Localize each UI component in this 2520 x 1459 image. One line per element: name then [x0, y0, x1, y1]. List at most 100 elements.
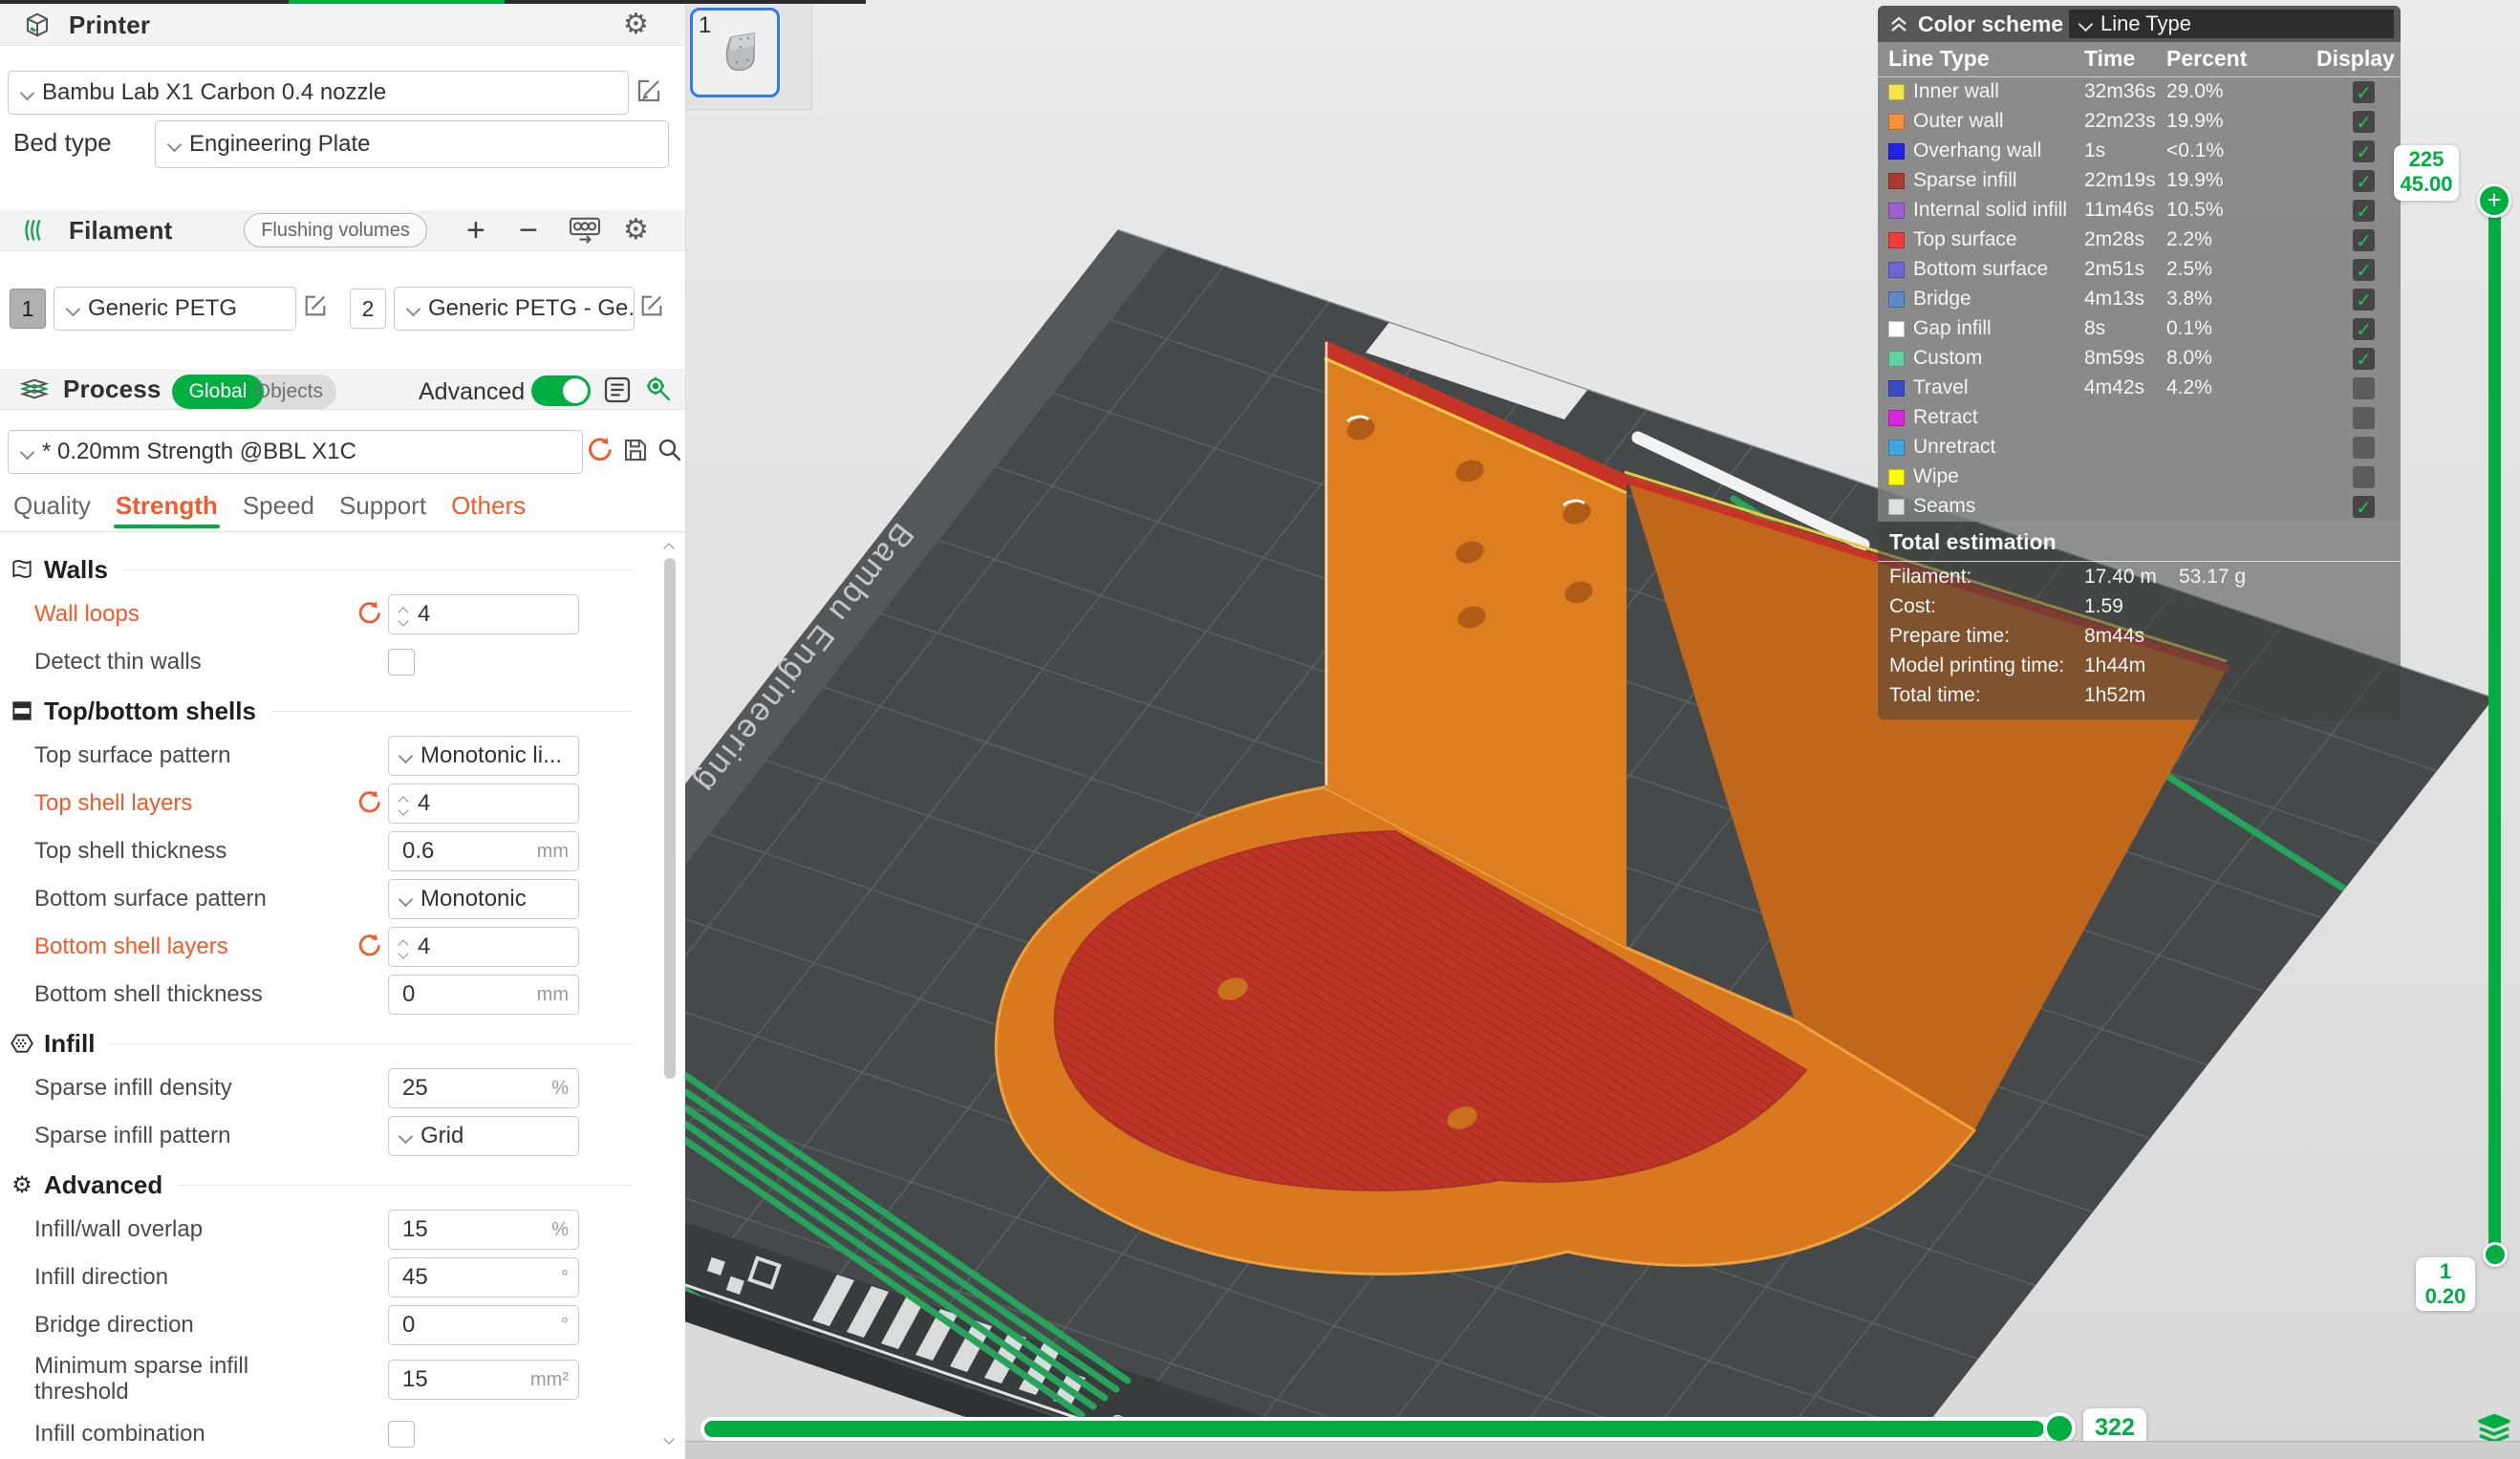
- line-type-percent: 8.0%: [2166, 347, 2212, 370]
- setting-row-bottom-surface-pattern: Bottom surface patternMonotonic: [0, 875, 659, 923]
- save-preset-icon[interactable]: [621, 436, 650, 464]
- line-type-percent: 19.9%: [2166, 169, 2224, 192]
- display-checkbox[interactable]: ✓: [2353, 140, 2375, 162]
- parameter-list-icon[interactable]: [602, 375, 633, 405]
- line-type-time: 8s: [2084, 317, 2105, 340]
- input-bridge-direction[interactable]: 0°: [388, 1305, 579, 1345]
- ams-sync-icon[interactable]: [568, 216, 602, 245]
- group-header-walls[interactable]: Walls: [0, 548, 659, 590]
- advanced-toggle[interactable]: [531, 375, 591, 406]
- unit-label: mm²: [530, 1369, 569, 1391]
- group-header-top-bottom-shells[interactable]: Top/bottom shells: [0, 690, 659, 732]
- spinner-wall-loops[interactable]: 4: [388, 594, 579, 634]
- color-scheme-select[interactable]: Line Type: [2069, 10, 2394, 38]
- spinner-arrows[interactable]: [389, 937, 418, 957]
- total-row-cost: Cost:1.59: [1878, 591, 2401, 621]
- input-infill-wall-overlap[interactable]: 15%: [388, 1210, 579, 1250]
- layer-range-slider[interactable]: [2488, 203, 2501, 1249]
- display-checkbox[interactable]: ✓: [2353, 170, 2375, 192]
- scope-global-button[interactable]: Global: [172, 375, 264, 409]
- input-bottom-shell-thickness[interactable]: 0mm: [388, 975, 579, 1015]
- process-preset-select[interactable]: * 0.20mm Strength @BBL X1C: [8, 430, 583, 474]
- filament-slot-2-index[interactable]: 2: [350, 289, 386, 329]
- printer-preset-select[interactable]: Bambu Lab X1 Carbon 0.4 nozzle: [8, 71, 629, 115]
- revert-icon[interactable]: [355, 933, 384, 961]
- display-checkbox[interactable]: ✓: [2353, 318, 2375, 340]
- setting-control-zone: 15mm²: [355, 1349, 579, 1410]
- spinner-top-shell-layers[interactable]: 4: [388, 783, 579, 824]
- checkbox-infill-combination[interactable]: [388, 1421, 415, 1448]
- tab-strength[interactable]: Strength: [116, 491, 218, 526]
- tab-quality[interactable]: Quality: [13, 491, 91, 526]
- revert-icon[interactable]: [355, 789, 384, 818]
- tab-speed[interactable]: Speed: [243, 491, 314, 526]
- filament-2-edit-icon[interactable]: [638, 292, 665, 319]
- display-checkbox[interactable]: [2353, 437, 2375, 459]
- setting-control-zone: 0.6mm: [355, 827, 579, 875]
- total-row-total-time: Total time:1h52m: [1878, 680, 2401, 710]
- combo-bottom-surface-pattern[interactable]: Monotonic: [388, 879, 579, 919]
- bed-type-select[interactable]: Engineering Plate: [155, 120, 669, 168]
- checkbox-detect-thin-walls[interactable]: [388, 649, 415, 676]
- viewport-bottom-strip: [685, 1441, 2520, 1459]
- display-checkbox[interactable]: ✓: [2353, 200, 2375, 222]
- input-minimum-sparse-infill-threshold[interactable]: 15mm²: [388, 1360, 579, 1400]
- input-sparse-infill-density[interactable]: 25%: [388, 1068, 579, 1108]
- flushing-volumes-button[interactable]: Flushing volumes: [244, 213, 427, 247]
- combo-top-surface-pattern[interactable]: Monotonic li...: [388, 736, 579, 776]
- legend-row-seams: Seams✓: [1878, 492, 2401, 522]
- collapse-icon[interactable]: [1887, 12, 1910, 35]
- search-settings-icon[interactable]: [656, 436, 684, 464]
- group-header-infill[interactable]: Infill: [0, 1022, 659, 1064]
- scope-objects-button[interactable]: Objects: [255, 375, 323, 409]
- input-infill-direction[interactable]: 45°: [388, 1257, 579, 1298]
- display-checkbox[interactable]: [2353, 377, 2375, 399]
- revert-icon[interactable]: [355, 600, 384, 629]
- filament-slot-1-index[interactable]: 1: [10, 289, 46, 329]
- chevron-down-icon: [398, 891, 414, 907]
- combo-sparse-infill-pattern[interactable]: Grid: [388, 1116, 579, 1156]
- tab-others[interactable]: Others: [451, 491, 526, 526]
- spinner-bottom-shell-layers[interactable]: 4: [388, 927, 579, 967]
- layer-slider-bottom-handle[interactable]: [2483, 1242, 2508, 1267]
- scroll-down-icon[interactable]: [663, 1433, 674, 1444]
- display-checkbox[interactable]: [2353, 466, 2375, 488]
- display-checkbox[interactable]: ✓: [2353, 111, 2375, 133]
- divider: [178, 1185, 633, 1186]
- line-type-time: 8m59s: [2084, 347, 2144, 370]
- filament-2-select[interactable]: Generic PETG - Ge...: [394, 287, 635, 331]
- display-checkbox[interactable]: ✓: [2353, 289, 2375, 311]
- group-header-advanced[interactable]: ⚙Advanced: [0, 1164, 659, 1206]
- settings-scrollbar[interactable]: [661, 535, 678, 1458]
- display-checkbox[interactable]: ✓: [2353, 229, 2375, 251]
- display-checkbox[interactable]: ✓: [2353, 496, 2375, 518]
- legend-row-unretract: Unretract: [1878, 433, 2401, 462]
- infill-icon: [8, 1031, 36, 1056]
- spinner-arrows[interactable]: [389, 605, 418, 625]
- setting-label: Top shell layers: [34, 791, 340, 817]
- filament-1-select[interactable]: Generic PETG: [54, 287, 296, 331]
- step-slider[interactable]: [700, 1417, 2071, 1441]
- add-filament-button[interactable]: +: [466, 214, 485, 247]
- setting-row-sparse-infill-pattern: Sparse infill patternGrid: [0, 1112, 659, 1160]
- input-top-shell-thickness[interactable]: 0.6mm: [388, 831, 579, 871]
- display-checkbox[interactable]: ✓: [2353, 348, 2375, 370]
- remove-filament-button[interactable]: −: [519, 214, 538, 247]
- legend-row-bottom-surface: Bottom surface2m51s2.5%✓: [1878, 255, 2401, 285]
- display-checkbox[interactable]: [2353, 407, 2375, 429]
- scroll-up-icon[interactable]: [663, 543, 674, 553]
- process-icon: [19, 374, 50, 404]
- printer-edit-icon[interactable]: [635, 76, 663, 105]
- filament-1-edit-icon[interactable]: [302, 292, 329, 319]
- scrollbar-thumb[interactable]: [664, 558, 676, 1079]
- filament-settings-gear-icon[interactable]: ⚙: [623, 216, 649, 245]
- tab-support[interactable]: Support: [339, 491, 426, 526]
- layer-slider-top-handle[interactable]: +: [2477, 183, 2511, 218]
- printer-settings-gear-icon[interactable]: ⚙: [623, 11, 649, 39]
- display-checkbox[interactable]: ✓: [2353, 259, 2375, 281]
- display-checkbox[interactable]: ✓: [2353, 81, 2375, 103]
- objects-settings-icon[interactable]: [644, 375, 675, 405]
- reset-preset-icon[interactable]: [585, 436, 614, 464]
- step-slider-handle[interactable]: [2043, 1412, 2076, 1445]
- spinner-arrows[interactable]: [389, 794, 418, 814]
